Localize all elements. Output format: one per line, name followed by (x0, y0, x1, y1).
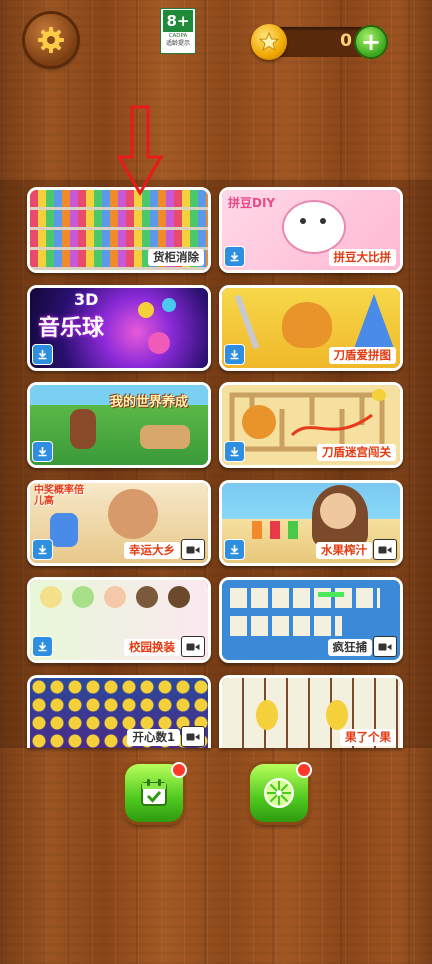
game-card-fruit-juice[interactable]: 水果榨汁 (219, 480, 403, 566)
download-button[interactable] (32, 636, 53, 657)
download-button[interactable] (224, 539, 245, 560)
download-button[interactable] (32, 539, 53, 560)
gear-icon (38, 27, 64, 53)
art-title: 拼豆DIY (228, 196, 276, 210)
age-rating-badge[interactable]: 8+ CADPA 适龄提示 (160, 8, 196, 54)
game-title: 果了个果 (340, 729, 396, 746)
game-card-lucky[interactable]: 中奖概率倍儿高 幸运大乡 (27, 480, 211, 566)
pear-graphic (256, 700, 278, 730)
game-title: 幸运大乡 (124, 542, 180, 559)
age-rating-value: 8+ (163, 10, 193, 32)
lime-slice-icon (264, 778, 294, 808)
game-card-blade-puzzle[interactable]: 刀盾爱拼图 (219, 285, 403, 371)
download-icon (38, 447, 47, 457)
art-title: 我的世界养成 (110, 395, 189, 410)
video-camera-icon (186, 733, 200, 740)
hint-arrow-icon (116, 105, 164, 196)
download-icon (38, 642, 47, 652)
download-icon (230, 545, 239, 555)
watch-video-button[interactable] (181, 636, 205, 657)
add-coin-button[interactable]: + (356, 27, 386, 57)
art-title: 中奖概率倍儿高 (34, 485, 84, 507)
game-title: 开心数1 (127, 729, 180, 746)
download-button[interactable] (32, 441, 53, 462)
plus-icon: + (360, 28, 382, 56)
pear-graphic (326, 700, 348, 730)
art-title: 音乐球 (38, 316, 105, 341)
game-card-school-dressup[interactable]: 校园换装 (27, 577, 211, 663)
game-title: 拼豆大比拼 (328, 249, 396, 266)
game-card-fruit-match[interactable]: 果了个果 (219, 675, 403, 748)
video-camera-icon (186, 546, 200, 553)
watch-video-button[interactable] (181, 726, 205, 747)
game-card-music-ball[interactable]: 3D 音乐球 (27, 285, 211, 371)
game-title: 刀盾爱拼图 (328, 347, 396, 364)
download-button[interactable] (224, 344, 245, 365)
star-coin-icon (251, 24, 287, 60)
calendar-check-icon (141, 779, 167, 806)
game-card-bead[interactable]: 拼豆DIY 拼豆大比拼 (219, 187, 403, 273)
download-button[interactable] (32, 344, 53, 365)
age-rating-tip: 适龄提示 (165, 40, 190, 47)
game-title: 货柜消除 (148, 249, 204, 266)
download-icon (230, 447, 239, 457)
game-card-my-world[interactable]: 我的世界养成 (27, 382, 211, 468)
art-title-3d: 3D (74, 290, 99, 309)
notification-dot (171, 762, 187, 778)
game-card-blade-maze[interactable]: 刀盾迷宫闯关 (219, 382, 403, 468)
settings-button[interactable] (25, 14, 77, 66)
download-icon (230, 252, 239, 262)
game-title: 校园换装 (124, 639, 180, 656)
download-button[interactable] (224, 246, 245, 267)
coin-count: 0 (340, 31, 352, 51)
game-art: 3D 音乐球 (30, 288, 208, 368)
game-card-cabinet[interactable]: 货柜消除 (27, 187, 211, 273)
age-rating-org: CADPA (168, 33, 188, 39)
game-title: 水果榨汁 (316, 542, 372, 559)
notification-dot (296, 762, 312, 778)
download-icon (38, 350, 47, 360)
video-camera-icon (186, 643, 200, 650)
download-icon (230, 350, 239, 360)
game-card-mahjong[interactable]: 疯狂捕 (219, 577, 403, 663)
video-camera-icon (378, 546, 392, 553)
game-art: 我的世界养成 (30, 385, 208, 465)
game-card-happy-number[interactable]: 开心数1 (27, 675, 211, 748)
download-icon (38, 545, 47, 555)
game-title: 疯狂捕 (327, 639, 372, 656)
download-button[interactable] (224, 441, 245, 462)
app-screen: 8+ CADPA 适龄提示 0 + 货柜消除 拼豆DIY 拼豆大比拼 3D 音乐… (0, 0, 432, 964)
video-camera-icon (378, 643, 392, 650)
watch-video-button[interactable] (373, 636, 397, 657)
game-title: 刀盾迷宫闯关 (317, 444, 396, 461)
watch-video-button[interactable] (181, 539, 205, 560)
watch-video-button[interactable] (373, 539, 397, 560)
